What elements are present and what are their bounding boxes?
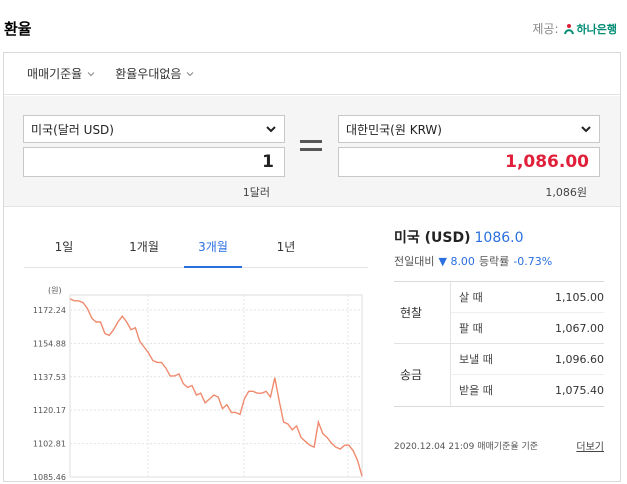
group-label: 현찰: [400, 306, 423, 320]
rate-line-series: [69, 298, 363, 477]
rate-group-transfer: 송금 보낼 때 1,096.60 받을 때 1,075.40: [394, 344, 604, 406]
to-currency-value: 대한민국(원 KRW): [346, 122, 442, 137]
provider-logo: 하나은행: [563, 21, 617, 37]
rate-value: 1,105.00: [555, 291, 604, 304]
caret-down-icon: [266, 126, 276, 133]
change-value: ▼ 8.00: [438, 254, 475, 268]
filter-bar: 매매기준율 환율우대없음: [4, 53, 620, 95]
from-unit-text: 1달러: [242, 186, 270, 199]
y-tick-label: 1172.24: [33, 306, 66, 315]
from-currency-select[interactable]: 미국(달러 USD): [23, 115, 285, 143]
change-rate-label: 등락률: [478, 255, 510, 268]
rate-value: 1,075.40: [555, 384, 604, 397]
rate-label: 받을 때: [459, 384, 493, 397]
provider-info: 제공: 하나은행: [532, 20, 617, 37]
rates-table: 현찰 살 때 1,105.00 팔 때 1,067.00 송금 보낼 때 1,0…: [394, 281, 604, 407]
tab-3-months[interactable]: 3개월: [184, 228, 242, 268]
rate-summary: 미국 (USD) 1086.0 전일대비 ▼ 8.00 등락률 -0.73%: [394, 227, 604, 269]
rate-group-cash: 현찰 살 때 1,105.00 팔 때 1,067.00: [394, 282, 604, 344]
rate-row: 살 때 1,105.00: [450, 282, 604, 313]
rate-row: 보낼 때 1,096.60: [450, 344, 604, 375]
hana-logo-icon: [563, 23, 574, 34]
chevron-down-icon: [87, 71, 95, 76]
rate-footer: 2020.12.04 21:09 매매기준율 기준 더보기: [394, 438, 604, 453]
provider-label: 제공:: [532, 22, 559, 36]
to-unit-text: 1,086원: [545, 186, 587, 199]
caret-down-icon: [581, 126, 591, 133]
rate-label: 팔 때: [459, 322, 483, 335]
y-tick-label: 1085.46: [33, 473, 66, 481]
equals-icon: [300, 140, 322, 156]
tab-1-day[interactable]: 1일: [24, 228, 104, 268]
rate-row: 받을 때 1,075.40: [450, 375, 604, 406]
rate-chart-svg: (원) 1172.24 1154.88 1137.53 1120.17 1102.81 10…: [33, 286, 363, 481]
rate-value: 1,067.00: [555, 322, 604, 335]
tab-1-month[interactable]: 1개월: [104, 228, 184, 268]
rate-chart: (원) 1172.24 1154.88 1137.53 1120.17 1102.81 10…: [24, 281, 370, 481]
y-tick-label: 1137.53: [33, 373, 66, 382]
rate-value: 1,096.60: [555, 353, 604, 366]
provider-name: 하나은행: [576, 22, 617, 36]
period-tabs: 1일 1개월 3개월 1년: [24, 228, 368, 268]
group-label: 송금: [400, 368, 423, 382]
more-link[interactable]: 더보기: [576, 438, 604, 453]
rate-label: 보낼 때: [459, 353, 493, 366]
to-amount-input[interactable]: 1,086.00: [338, 147, 600, 177]
y-tick-label: 1120.17: [33, 406, 66, 415]
y-tick-label: 1102.81: [33, 440, 66, 449]
from-currency-value: 미국(달러 USD): [31, 122, 114, 137]
compare-label: 전일대비: [394, 255, 435, 268]
filter-label: 매매기준율: [27, 67, 83, 81]
chart-frame: [69, 294, 363, 478]
summary-country: 미국 (USD): [394, 230, 471, 246]
rate-row: 팔 때 1,067.00: [450, 313, 604, 344]
tab-1-year[interactable]: 1년: [246, 228, 326, 268]
filter-rate-basis[interactable]: 매매기준율: [27, 65, 95, 82]
y-axis-label: (원): [48, 286, 62, 295]
currency-calculator: 미국(달러 USD) 1 1달러 대한민국(원 KRW) 1,086.00 1,…: [4, 96, 620, 207]
basis-text: 매매기준율 기준: [477, 442, 539, 452]
change-rate-value: -0.73%: [513, 254, 553, 268]
filter-preferential-rate[interactable]: 환율우대없음: [115, 65, 194, 82]
page-title: 환율: [4, 20, 32, 38]
y-tick-label: 1154.88: [33, 339, 66, 348]
chevron-down-icon: [187, 71, 194, 76]
exchange-widget: 매매기준율 환율우대없음 미국(달러 USD) 1 1달러 대한민국(원 KRW…: [3, 52, 621, 482]
to-currency-select[interactable]: 대한민국(원 KRW): [338, 115, 600, 143]
timestamp: 2020.12.04 21:09: [394, 442, 475, 452]
summary-rate: 1086.0: [474, 230, 524, 246]
filter-label: 환율우대없음: [115, 67, 182, 81]
rate-label: 살 때: [459, 291, 483, 304]
from-amount-input[interactable]: 1: [23, 147, 285, 177]
